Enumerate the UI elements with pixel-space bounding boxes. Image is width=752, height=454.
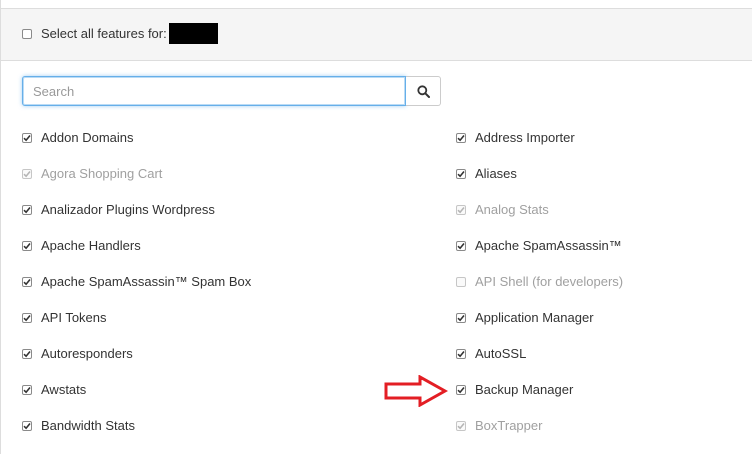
feature-item-address-importer[interactable]: Address Importer xyxy=(456,130,575,145)
feature-item-autoresponders[interactable]: Autoresponders xyxy=(22,346,133,361)
feature-item-boxtrapper[interactable]: BoxTrapper xyxy=(456,418,542,433)
feature-item-agora-shopping-cart[interactable]: Agora Shopping Cart xyxy=(22,166,162,181)
feature-item-apache-spamassassin-spam-box[interactable]: Apache SpamAssassin™ Spam Box xyxy=(22,274,251,289)
feature-label: Application Manager xyxy=(475,310,594,325)
feature-label: API Tokens xyxy=(41,310,107,325)
feature-item-analizador-plugins-wordpress[interactable]: Analizador Plugins Wordpress xyxy=(22,202,215,217)
feature-label: Apache Handlers xyxy=(41,238,141,253)
search-icon xyxy=(416,84,430,98)
arrow-right-icon xyxy=(384,375,448,407)
feature-checkbox[interactable] xyxy=(22,384,32,395)
feature-label: Autoresponders xyxy=(41,346,133,361)
feature-item-aliases[interactable]: Aliases xyxy=(456,166,517,181)
feature-checkbox[interactable] xyxy=(22,276,32,287)
search-group xyxy=(22,76,441,106)
feature-label: Address Importer xyxy=(475,130,575,145)
feature-checkbox[interactable] xyxy=(456,312,466,323)
feature-checkbox[interactable] xyxy=(456,204,466,215)
feature-checkbox[interactable] xyxy=(22,168,32,179)
feature-item-autossl[interactable]: AutoSSL xyxy=(456,346,526,361)
feature-item-awstats[interactable]: Awstats xyxy=(22,382,86,397)
panel-header: Select all features for: xyxy=(1,8,752,61)
feature-checkbox[interactable] xyxy=(456,240,466,251)
feature-list-panel: Select all features for: Addon Domains A… xyxy=(0,0,752,454)
feature-label: Aliases xyxy=(475,166,517,181)
feature-label: Analog Stats xyxy=(475,202,549,217)
feature-checkbox[interactable] xyxy=(22,420,32,431)
feature-label: Apache SpamAssassin™ Spam Box xyxy=(41,274,252,289)
feature-item-application-manager[interactable]: Application Manager xyxy=(456,310,594,325)
feature-item-apache-spamassassin[interactable]: Apache SpamAssassin™ xyxy=(456,238,622,253)
feature-checkbox[interactable] xyxy=(456,132,466,143)
feature-checkbox[interactable] xyxy=(22,204,32,215)
feature-checkbox[interactable] xyxy=(456,348,466,359)
feature-label: Analizador Plugins Wordpress xyxy=(41,202,215,217)
feature-item-bandwidth-stats[interactable]: Bandwidth Stats xyxy=(22,418,135,433)
redacted-account-name xyxy=(169,23,218,44)
feature-label: AutoSSL xyxy=(475,346,527,361)
feature-label: Addon Domains xyxy=(41,130,134,145)
feature-label: BoxTrapper xyxy=(475,418,543,433)
search-button[interactable] xyxy=(406,76,441,106)
feature-checkbox[interactable] xyxy=(456,168,466,179)
feature-checkbox[interactable] xyxy=(456,276,466,287)
feature-checkbox[interactable] xyxy=(456,420,466,431)
select-all-control[interactable]: Select all features for: xyxy=(22,26,167,41)
feature-checkbox[interactable] xyxy=(22,240,32,251)
search-input[interactable] xyxy=(22,76,406,106)
feature-label: Agora Shopping Cart xyxy=(41,166,163,181)
select-all-checkbox[interactable] xyxy=(22,28,32,39)
feature-item-apache-handlers[interactable]: Apache Handlers xyxy=(22,238,141,253)
feature-item-backup-manager[interactable]: Backup Manager xyxy=(456,382,573,397)
feature-checkbox[interactable] xyxy=(456,384,466,395)
feature-item-addon-domains[interactable]: Addon Domains xyxy=(22,130,134,145)
feature-label: API Shell (for developers) xyxy=(475,274,624,289)
feature-label: Awstats xyxy=(41,382,87,397)
select-all-label: Select all features for: xyxy=(41,26,167,41)
feature-checkbox[interactable] xyxy=(22,132,32,143)
feature-item-api-tokens[interactable]: API Tokens xyxy=(22,310,107,325)
feature-item-api-shell[interactable]: API Shell (for developers) xyxy=(456,274,623,289)
feature-item-analog-stats[interactable]: Analog Stats xyxy=(456,202,549,217)
feature-checkbox[interactable] xyxy=(22,348,32,359)
feature-label: Bandwidth Stats xyxy=(41,418,135,433)
feature-label: Backup Manager xyxy=(475,382,574,397)
feature-checkbox[interactable] xyxy=(22,312,32,323)
feature-label: Apache SpamAssassin™ xyxy=(475,238,622,253)
